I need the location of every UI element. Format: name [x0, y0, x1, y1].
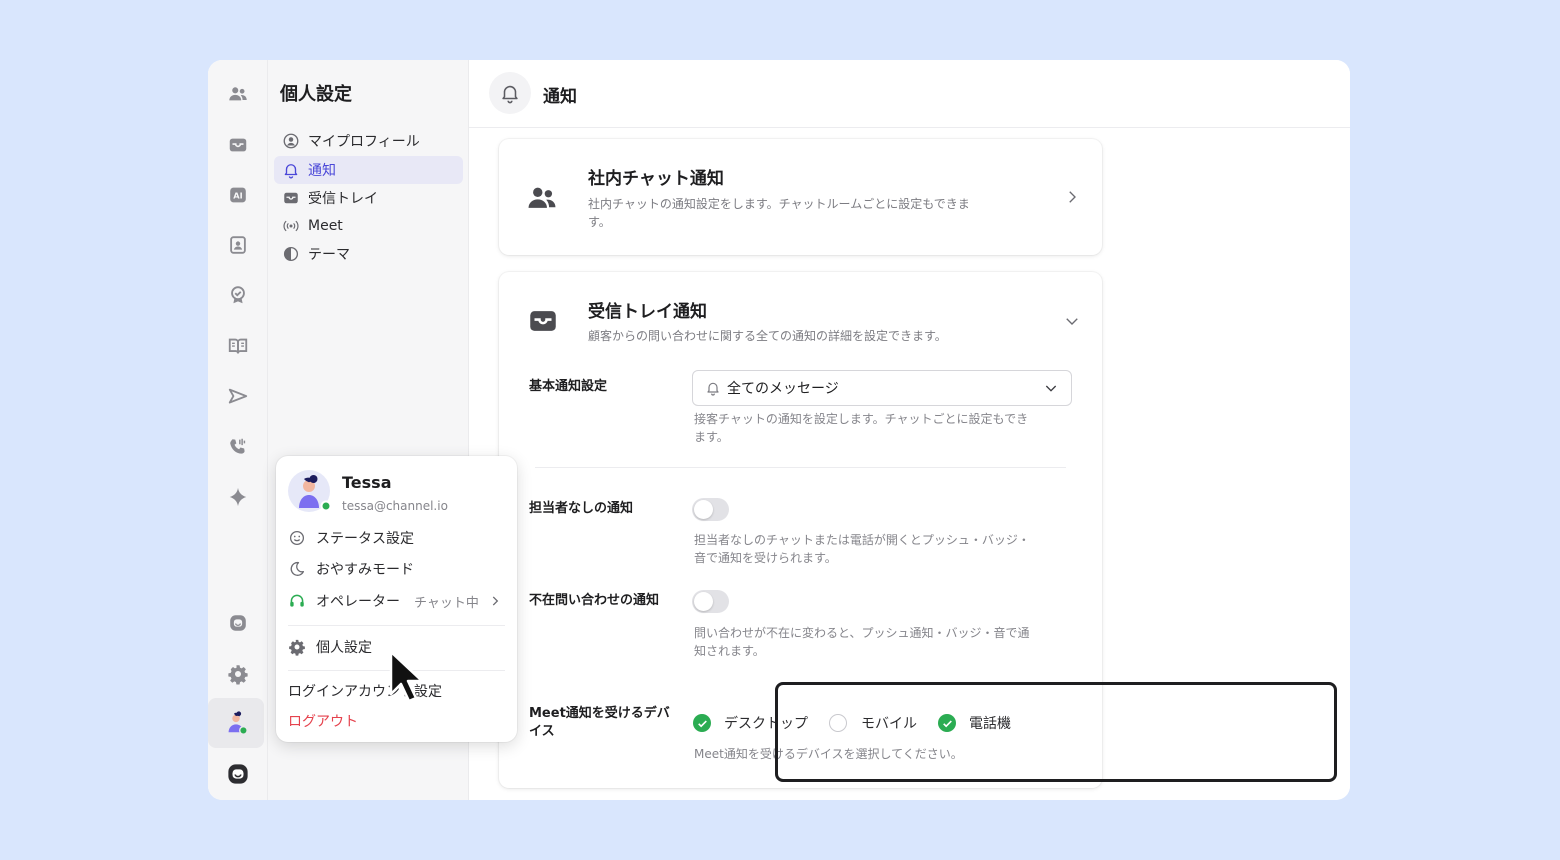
broadcast-icon — [283, 220, 299, 232]
docs-icon[interactable] — [222, 330, 254, 362]
unassigned-notification-toggle[interactable] — [692, 498, 729, 521]
avatar[interactable] — [208, 698, 264, 748]
theme-icon — [283, 246, 299, 262]
inbox-icon[interactable] — [222, 129, 254, 161]
sidebar-item-profile[interactable]: マイプロフィール — [274, 127, 463, 155]
team-chat-notification-card[interactable]: 社内チャット通知 社内チャットの通知設定をします。チャットルームごとに設定もでき… — [499, 139, 1102, 255]
bell-icon — [284, 164, 298, 179]
operator-status: チャット中 — [414, 595, 479, 611]
sidebar-item-theme[interactable]: テーマ — [274, 240, 463, 268]
icon-rail: AI — [208, 60, 268, 800]
meet-devices-highlight — [775, 682, 1337, 782]
contacts-icon[interactable] — [222, 229, 254, 261]
sidebar-item-label: 通知 — [308, 163, 336, 179]
operator-item[interactable]: オペレーター チャット中 — [288, 587, 505, 615]
basic-notification-help: 接客チャットの通知を設定します。チャットごとに設定もでき ます。 — [694, 412, 1029, 444]
team-chat-icon — [525, 181, 559, 215]
gear-icon — [289, 639, 305, 656]
sidebar-item-label: Meet — [308, 218, 343, 234]
chevron-down-icon — [1045, 385, 1057, 392]
logout-item[interactable]: ログアウト — [288, 707, 505, 735]
profile-icon — [283, 133, 299, 149]
card-description: 顧客からの問い合わせに関する全ての通知の詳細を設定できます。 — [588, 329, 947, 343]
unassigned-notification-label: 担当者なしの通知 — [529, 501, 634, 516]
tasks-icon[interactable] — [222, 279, 254, 311]
channel-logo-icon[interactable] — [222, 758, 254, 790]
user-name: Tessa — [342, 473, 392, 492]
bell-icon — [707, 382, 719, 396]
sidebar-item-label: テーマ — [308, 247, 350, 263]
ai-icon[interactable]: AI — [222, 179, 254, 211]
sidebar-item-label: 受信トレイ — [308, 191, 378, 207]
status-setting-item[interactable]: ステータス設定 — [288, 524, 505, 552]
card-title: 社内チャット通知 — [588, 169, 724, 189]
chevron-right-icon — [492, 596, 499, 606]
check-icon — [697, 719, 707, 727]
desktop-checkbox[interactable] — [693, 714, 711, 732]
bell-icon — [489, 72, 531, 114]
main-content: 通知 社内チャット通知 社内チャットの通知設定をします。チャットルームごとに設定… — [469, 60, 1350, 800]
sidebar-item-label: マイプロフィール — [308, 134, 420, 150]
svg-text:AI: AI — [233, 191, 242, 201]
card-title: 受信トレイ通知 — [588, 302, 707, 322]
mouse-cursor-icon — [389, 650, 423, 703]
user-email: tessa@channel.io — [342, 499, 448, 513]
away-notification-label: 不在問い合わせの通知 — [529, 593, 660, 608]
settings-icon[interactable] — [222, 658, 254, 690]
select-value: 全てのメッセージ — [727, 381, 839, 397]
divider — [288, 625, 505, 626]
smiley-icon — [289, 530, 305, 546]
sparkle-icon[interactable] — [222, 481, 254, 513]
avatar — [288, 470, 332, 512]
sidebar-item-inbox[interactable]: 受信トレイ — [274, 184, 463, 212]
moon-icon — [290, 561, 305, 576]
divider — [535, 467, 1066, 468]
campaign-icon[interactable] — [222, 381, 254, 413]
basic-notification-select[interactable]: 全てのメッセージ — [692, 370, 1072, 406]
inbox-icon — [284, 192, 298, 204]
card-description: 社内チャットの通知設定をします。チャットルームごとに設定もできま す。 — [588, 197, 970, 229]
meet-devices-label: Meet通知を受けるデバ イス — [529, 706, 670, 739]
team-chat-icon[interactable] — [222, 78, 254, 110]
away-notification-toggle[interactable] — [692, 590, 729, 613]
phone-icon[interactable] — [222, 431, 254, 463]
chevron-right-icon[interactable] — [1063, 188, 1081, 206]
page-title: 通知 — [543, 87, 577, 107]
sidebar-title: 個人設定 — [280, 84, 352, 105]
do-not-disturb-item[interactable]: おやすみモード — [288, 555, 505, 583]
inbox-icon — [526, 304, 560, 338]
away-notification-help: 問い合わせが不在に変わると、プッシュ通知・バッジ・音で通 知されます。 — [694, 626, 1030, 658]
unassigned-notification-help: 担当者なしのチャットまたは電話が開くとプッシュ・バッジ・ 音で通知を受けられます… — [694, 533, 1030, 565]
basic-notification-label: 基本通知設定 — [529, 379, 608, 394]
sidebar-item-notifications[interactable]: 通知 — [274, 156, 463, 184]
channel-icon[interactable] — [222, 607, 254, 639]
main-header: 通知 — [469, 60, 1350, 128]
chevron-down-icon[interactable] — [1063, 312, 1081, 330]
sidebar-item-meet[interactable]: Meet — [274, 212, 463, 240]
headset-icon — [290, 594, 304, 607]
